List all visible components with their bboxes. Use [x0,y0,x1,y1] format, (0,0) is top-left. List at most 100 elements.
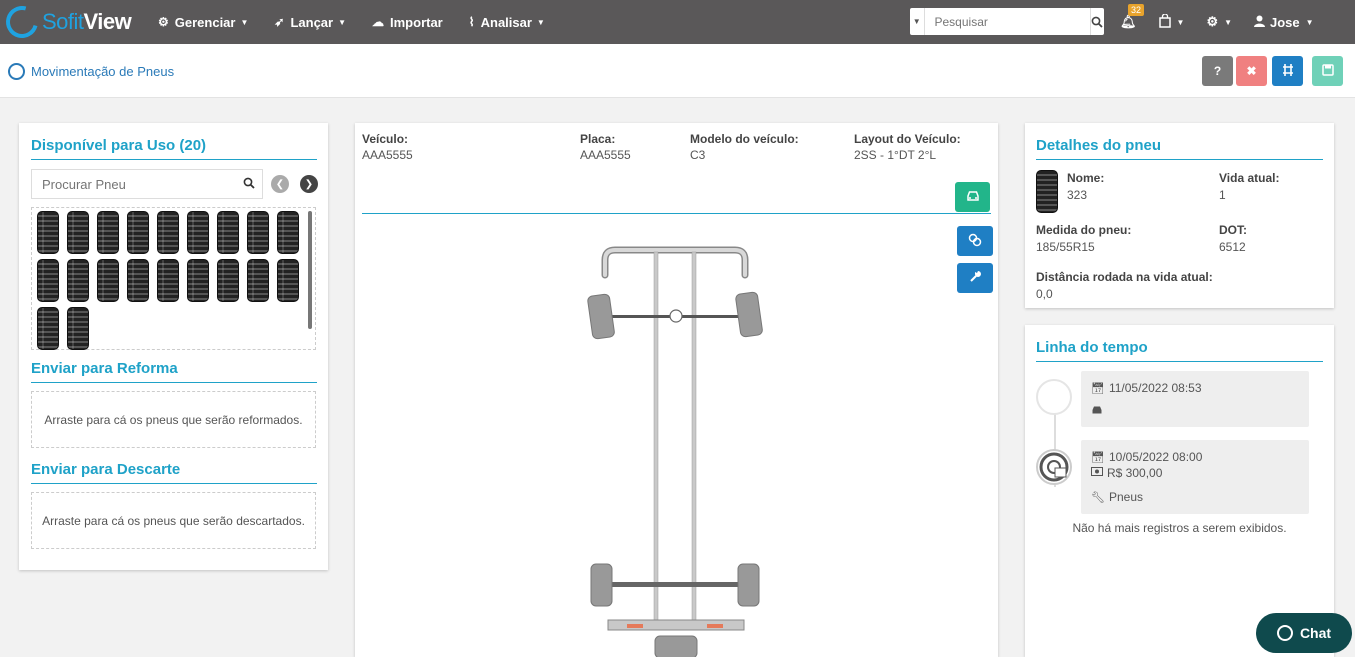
front-left-tire[interactable] [587,293,615,340]
next-page-button[interactable]: ❯ [300,175,318,193]
tire-swap-button[interactable] [957,226,993,256]
rear-left-tire[interactable] [590,563,613,607]
tire-life-value: 1 [1219,188,1226,202]
menu-gerenciar[interactable]: ⚙ Gerenciar ▼ [158,15,248,30]
help-button[interactable]: ? [1202,56,1233,86]
tire-item[interactable] [37,259,59,302]
chat-button[interactable]: Chat [1256,613,1352,653]
timeline-entry: 📅︎ 11/05/2022 08:53 [1081,371,1309,427]
timeline-entry: 📅︎ 10/05/2022 08:00 R$ 300,00 🔧︎ Pneus [1081,440,1309,514]
timeline-date: 10/05/2022 08:00 [1108,450,1203,464]
breadcrumb[interactable]: Movimentação de Pneus [8,63,174,80]
tire-item[interactable] [247,211,269,254]
distance-value: 0,0 [1036,287,1053,301]
calendar-icon: 📅︎ [1091,382,1105,395]
cogs-icon: ⚙ [1206,14,1219,29]
shopping-bag-menu[interactable]: ▼ [1158,12,1185,31]
tire-item[interactable] [187,259,209,302]
vehicle-value: AAA5555 [362,148,413,162]
settings-menu[interactable]: ⚙ ▼ [1206,14,1232,30]
user-menu[interactable]: Jose ▼ [1254,15,1314,30]
tire-item[interactable] [277,259,299,302]
caret-down-icon: ▼ [1224,17,1233,27]
discard-drop-zone[interactable]: Arraste para cá os pneus que serão desca… [31,492,316,549]
menu-importar[interactable]: ☁ Importar [372,15,443,30]
tire-item[interactable] [217,211,239,254]
tire-name-value: 323 [1067,188,1088,202]
vehicle-chassis-diagram [587,246,763,657]
menu-label: Gerenciar [174,14,236,30]
tire-search-input[interactable] [32,176,236,192]
tire-item[interactable] [247,259,269,302]
floppy-disk-icon [1321,63,1334,79]
tire-item[interactable] [67,211,89,254]
divider [362,213,991,214]
user-icon [1254,15,1266,30]
global-search-input[interactable] [924,8,1090,35]
caret-down-icon: ▼ [338,17,347,27]
tire-item[interactable] [97,211,119,254]
plate-label: Placa: [580,132,616,146]
timeline-amount: R$ 300,00 [1107,466,1163,480]
search-scope-dropdown[interactable]: ▼ [910,8,925,35]
search-icon[interactable] [236,177,262,192]
sofitview-logo[interactable]: SofitView [0,0,132,44]
previous-page-button[interactable]: ❮ [271,175,289,193]
tire-item[interactable] [157,259,179,302]
timeline-date: 11/05/2022 08:53 [1108,381,1202,395]
tire-item[interactable] [157,211,179,254]
front-right-tire[interactable] [735,291,763,338]
timeline-dot [1036,379,1072,415]
tire-service-icon [1036,449,1072,485]
reform-title: Enviar para Reforma [31,360,317,383]
tire-name-label: Nome: [1067,171,1105,185]
swap-layout-button[interactable] [1272,56,1303,86]
maintenance-button[interactable] [957,263,993,293]
timeline-title: Linha do tempo [1036,339,1323,362]
tire-item[interactable] [217,259,239,302]
vehicle-label: Veículo: [362,132,409,146]
timeline-panel: Linha do tempo 📅︎ 11/05/2022 08:53 📅︎ 10… [1025,325,1334,657]
spare-tire[interactable] [654,635,698,657]
caret-down-icon: ▼ [240,17,249,27]
menu-label: Analisar [480,14,532,30]
caret-down-icon: ▼ [1176,17,1185,27]
user-toolbar: 🔔︎ 32 ▼ ⚙ ▼ Jose ▼ [1120,0,1336,44]
available-tires-title: Disponível para Uso (20) [31,137,317,160]
caret-down-icon: ▼ [536,17,545,27]
tire-item[interactable] [277,211,299,254]
tire-size-label: Medida do pneu: [1036,223,1132,237]
tire-item[interactable] [127,211,149,254]
search-icon[interactable] [1089,8,1105,35]
gear-icon: ⚙ [158,15,169,29]
line-chart-icon: ⌇ [468,15,475,29]
tire-life-label: Vida atual: [1219,171,1280,185]
bell-icon: 🔔︎ [1120,14,1137,29]
cancel-button[interactable]: ✖ [1236,56,1267,86]
tire-item[interactable] [97,259,119,302]
tire-item[interactable] [127,259,149,302]
tire-item[interactable] [37,211,59,254]
menu-analisar[interactable]: ⌇ Analisar ▼ [469,15,545,30]
breadcrumb-label: Movimentação de Pneus [31,64,175,79]
tire-item[interactable] [37,307,59,350]
tire-search [31,169,263,199]
rear-right-tire[interactable] [737,563,760,607]
menu-lancar[interactable]: ➶ Lançar ▼ [274,15,346,30]
logo-text-soft: Sofit [42,9,84,34]
notifications-button[interactable]: 🔔︎ 32 [1120,4,1145,30]
save-button[interactable] [1312,56,1343,86]
tire-dot-value: 6512 [1219,240,1246,254]
rocket-icon: ➶ [274,15,285,29]
tire-stock-panel: Disponível para Uso (20) ❮ ❯ Enviar para… [19,123,328,570]
chat-label: Chat [1299,625,1332,641]
exchange-icon [1281,63,1295,80]
reform-drop-zone[interactable]: Arraste para cá os pneus que serão refor… [31,391,316,448]
vehicle-info-button[interactable] [955,182,990,212]
scrollbar[interactable] [308,211,312,329]
distance-label: Distância rodada na vida atual: [1036,270,1213,284]
tire-item[interactable] [67,307,89,350]
plate-value: AAA5555 [580,148,631,162]
tire-item[interactable] [67,259,89,302]
tire-item[interactable] [187,211,209,254]
